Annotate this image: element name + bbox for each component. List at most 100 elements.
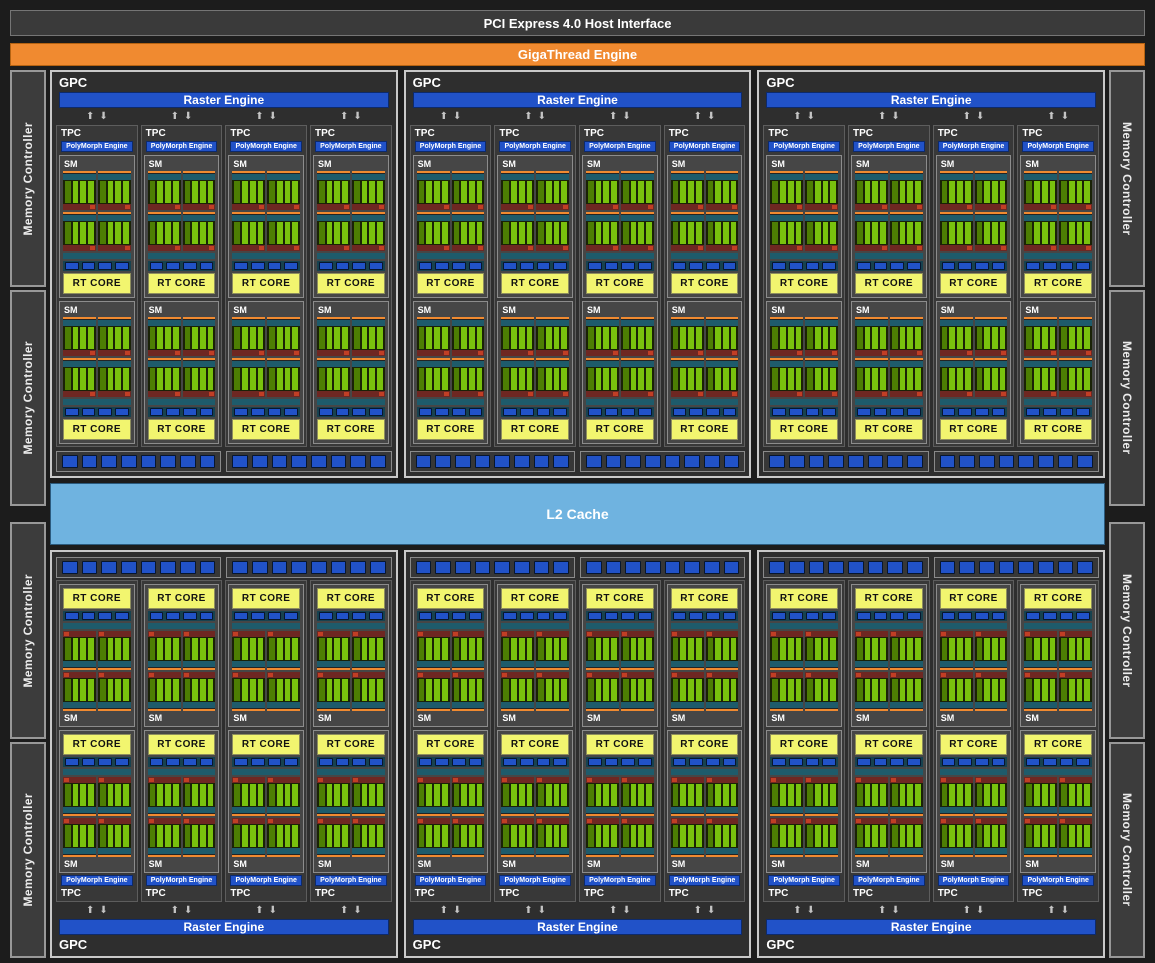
core-column [115, 327, 121, 349]
core-column [949, 638, 955, 660]
register-dot [622, 819, 627, 823]
register-bar [855, 391, 888, 397]
core-column-group [855, 637, 888, 661]
scheduler-bar [501, 848, 534, 854]
texture-unit-rect [723, 758, 737, 766]
register-dot [698, 351, 703, 355]
texture-units-row [417, 261, 485, 271]
register-bar [63, 777, 96, 783]
core-column [992, 181, 998, 203]
core-column [362, 638, 368, 660]
core-column [527, 327, 533, 349]
shared-memory-bar [501, 399, 569, 405]
core-column [880, 784, 886, 806]
core-column [88, 222, 94, 244]
core-column [285, 638, 291, 660]
core-column-group [352, 326, 385, 350]
core-column [269, 327, 275, 349]
scheduler-bar [501, 702, 534, 708]
polymorph-engine-bar: PolyMorph Engine [768, 141, 840, 152]
arrow-pair: ⬆⬇ [664, 110, 746, 123]
core-column-group [671, 326, 704, 350]
register-dot [806, 673, 811, 677]
rt-core-label: RT CORE [596, 739, 645, 750]
dispatch-bar [706, 668, 739, 670]
core-column-group [890, 180, 923, 204]
core-column-group [890, 783, 923, 807]
crossbar-rect [141, 561, 157, 574]
core-column [277, 222, 283, 244]
shared-memory-bar [586, 623, 654, 629]
core-column [150, 181, 156, 203]
dispatch-bar [148, 212, 181, 214]
sm-block: SMRT CORE [313, 730, 389, 873]
core-column-group [148, 326, 181, 350]
core-column [165, 368, 171, 390]
register-dot [771, 673, 776, 677]
texture-units-row [1024, 611, 1092, 621]
register-bar [621, 245, 654, 251]
core-column [208, 638, 214, 660]
core-column [796, 679, 802, 701]
sm-block: SMRT CORE [936, 584, 1012, 727]
crossbar-rect [625, 561, 641, 574]
core-column-group [536, 783, 569, 807]
core-column [688, 638, 694, 660]
core-column [680, 638, 686, 660]
core-column [1000, 784, 1006, 806]
arrow-pair: ⬆⬇ [141, 110, 223, 123]
register-dot [502, 819, 507, 823]
core-quadrant [352, 818, 385, 857]
core-column [872, 679, 878, 701]
register-dot [1051, 392, 1056, 396]
core-column [234, 679, 240, 701]
core-column [369, 638, 375, 660]
core-column [880, 181, 886, 203]
arrow-pair: ⬆⬇ [1017, 904, 1099, 917]
core-quadrant-row [940, 212, 1008, 251]
texture-unit-rect [251, 758, 265, 766]
core-column [872, 825, 878, 847]
core-column [723, 784, 729, 806]
core-column [150, 368, 156, 390]
crossbar-rect [887, 455, 903, 468]
core-column [157, 825, 163, 847]
core-column [369, 327, 375, 349]
core-column [108, 784, 114, 806]
sm-block: SMRT CORE [851, 155, 927, 298]
core-column-group [671, 367, 704, 391]
core-quadrant-grid [317, 171, 385, 251]
core-quadrant [1059, 818, 1092, 857]
texture-unit-rect [874, 612, 888, 620]
register-bar [1024, 350, 1057, 356]
core-quadrant [975, 317, 1008, 356]
core-column [588, 368, 594, 390]
rt-core-bar: RT CORE [63, 273, 131, 294]
scheduler-bar [855, 807, 888, 813]
core-column [65, 825, 71, 847]
core-quadrant [1024, 672, 1057, 711]
register-dot [1001, 246, 1006, 250]
shared-memory-bar [1024, 399, 1092, 405]
scheduler-bar [805, 807, 838, 813]
rt-core-label: RT CORE [426, 278, 475, 289]
core-column-group [855, 678, 888, 702]
texture-unit-rect [789, 612, 803, 620]
scheduler-bar [183, 848, 216, 854]
texture-unit-rect [907, 612, 921, 620]
texture-unit-rect [723, 408, 737, 416]
core-column [419, 327, 425, 349]
core-column [715, 825, 721, 847]
core-column [949, 181, 955, 203]
register-dot [184, 819, 189, 823]
core-column [461, 825, 467, 847]
core-quadrant-grid [940, 171, 1008, 251]
texture-units-row [148, 757, 216, 767]
core-column [269, 222, 275, 244]
core-column [623, 368, 629, 390]
texture-unit-rect [958, 758, 972, 766]
raster-arrows-row: ⬆⬇⬆⬇⬆⬇⬆⬇ [56, 904, 392, 917]
core-column [1077, 181, 1083, 203]
arrow-pair: ⬆⬇ [848, 904, 930, 917]
core-column [807, 222, 813, 244]
